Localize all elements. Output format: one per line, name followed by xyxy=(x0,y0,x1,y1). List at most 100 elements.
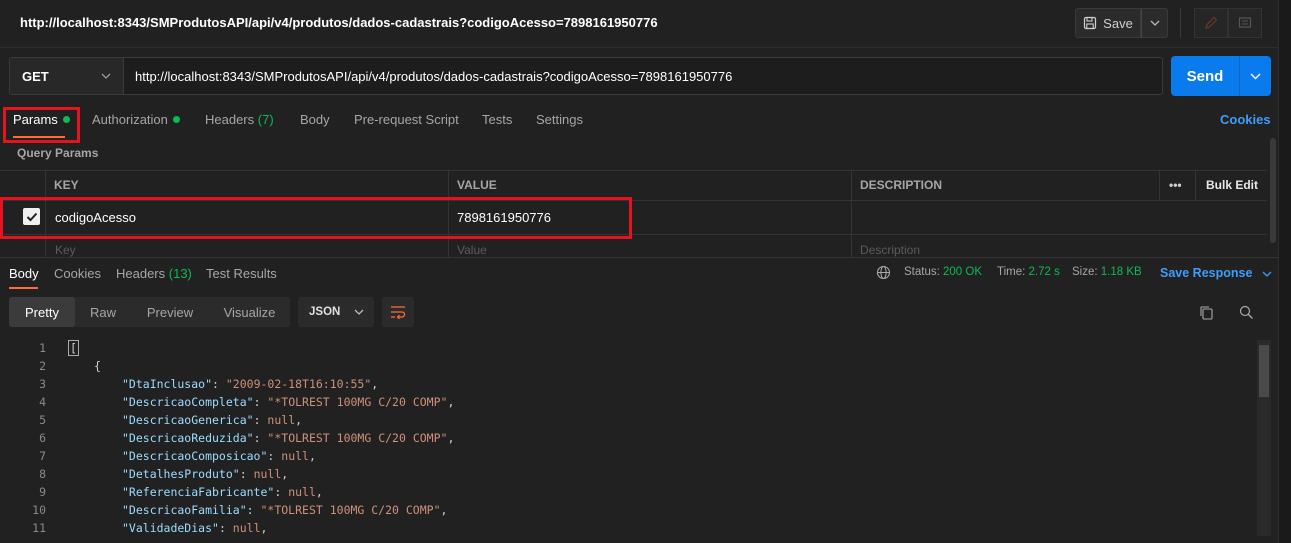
headers-count: (7) xyxy=(257,112,274,127)
tab-tests[interactable]: Tests xyxy=(482,112,512,132)
column-header-description: DESCRIPTION xyxy=(860,178,943,192)
wrap-lines-icon xyxy=(391,306,406,319)
save-button[interactable]: Save xyxy=(1075,8,1141,38)
edit-button[interactable] xyxy=(1194,8,1228,38)
comments-button[interactable] xyxy=(1228,8,1262,38)
more-options-icon[interactable]: ••• xyxy=(1169,178,1182,192)
response-tab-headers-label: Headers xyxy=(116,266,166,281)
view-preview-button[interactable]: Preview xyxy=(131,297,209,327)
pencil-icon xyxy=(1205,16,1218,29)
line-number: 7 xyxy=(39,449,46,463)
tab-prerequest-script[interactable]: Pre-request Script xyxy=(354,112,459,132)
code-line: "DescricaoCompleta": "*TOLREST 100MG C/2… xyxy=(122,395,455,409)
view-pretty-button[interactable]: Pretty xyxy=(9,297,75,327)
url-input[interactable]: http://localhost:8343/SMProdutosAPI/api/… xyxy=(124,57,1163,95)
toolbar-divider xyxy=(1180,8,1181,38)
new-value-input[interactable]: Value xyxy=(457,243,487,257)
globe-icon[interactable] xyxy=(876,265,891,283)
params-scrollbar[interactable] xyxy=(1270,138,1276,243)
json-value: "*TOLREST 100MG C/20 COMP" xyxy=(267,431,448,445)
line-number: 11 xyxy=(32,521,46,535)
json-key: "DescricaoReduzida" xyxy=(122,431,254,445)
response-body-editor[interactable]: 1 [ 2 { 3 "DtaInclusao": "2009-02-18T16:… xyxy=(0,340,1256,540)
view-visualize-button[interactable]: Visualize xyxy=(209,297,290,327)
status-dot-icon xyxy=(62,116,70,123)
open-bracket: [ xyxy=(68,340,79,356)
response-tab-headers[interactable]: Headers (13) xyxy=(116,266,192,281)
response-tab-test-results[interactable]: Test Results xyxy=(206,266,277,281)
response-tab-body[interactable]: Body xyxy=(9,266,39,281)
code-line: "DetalhesProduto": null, xyxy=(122,467,289,481)
json-value: null xyxy=(232,521,261,535)
format-select[interactable]: JSON xyxy=(298,297,374,327)
right-sidebar-edge xyxy=(1278,0,1291,543)
line-number: 1 xyxy=(39,341,46,355)
line-number: 9 xyxy=(39,485,46,499)
tab-headers[interactable]: Headers (7) xyxy=(205,112,274,132)
code-line: "ReferenciaFabricante": null, xyxy=(122,485,323,499)
json-key: "ReferenciaFabricante" xyxy=(122,485,275,499)
code-scrollbar-thumb[interactable] xyxy=(1259,345,1269,397)
column-divider xyxy=(1195,170,1196,201)
method-select[interactable]: GET xyxy=(9,57,124,95)
line-number: 6 xyxy=(39,431,46,445)
section-divider xyxy=(0,257,1278,258)
send-options-button[interactable] xyxy=(1239,56,1271,96)
send-button[interactable]: Send xyxy=(1171,56,1239,96)
json-value: "*TOLREST 100MG C/20 COMP" xyxy=(260,503,441,517)
chevron-down-icon xyxy=(354,309,364,315)
code-line: "DtaInclusao": "2009-02-18T16:10:55", xyxy=(122,377,379,391)
new-description-input[interactable]: Description xyxy=(860,243,920,257)
save-options-button[interactable] xyxy=(1141,8,1168,38)
json-value: null xyxy=(281,449,309,463)
tab-params[interactable]: Params xyxy=(13,112,70,132)
copy-icon[interactable] xyxy=(1199,305,1214,324)
code-line: "ValidadeDias": null, xyxy=(122,521,268,535)
format-label: JSON xyxy=(309,306,341,318)
size-label: Size: xyxy=(1072,266,1098,278)
param-row-highlight-box xyxy=(0,197,632,239)
line-number: 10 xyxy=(32,503,46,517)
response-active-indicator xyxy=(9,287,38,289)
json-value: null xyxy=(267,413,296,427)
save-icon xyxy=(1084,16,1097,30)
status-indicator: Status: 200 OK xyxy=(904,266,982,278)
json-key: "DtaInclusao" xyxy=(122,377,213,391)
chevron-down-icon xyxy=(1262,271,1272,277)
tab-body[interactable]: Body xyxy=(300,112,330,132)
code-line: { xyxy=(94,359,101,373)
json-key: "ValidadeDias" xyxy=(122,521,219,535)
comment-icon xyxy=(1238,17,1252,28)
code-line: "DescricaoReduzida": "*TOLREST 100MG C/2… xyxy=(122,431,455,445)
status-value: 200 OK xyxy=(943,266,983,278)
search-icon[interactable] xyxy=(1239,305,1254,323)
save-response-button[interactable]: Save Response xyxy=(1160,266,1272,280)
column-header-key: KEY xyxy=(54,178,79,192)
query-params-label: Query Params xyxy=(17,146,99,160)
bulk-edit-button[interactable]: Bulk Edit xyxy=(1206,178,1258,192)
response-tab-cookies[interactable]: Cookies xyxy=(54,266,101,281)
json-value: null xyxy=(253,467,282,481)
tab-params-label: Params xyxy=(13,112,58,127)
code-line: "DescricaoGenerica": null, xyxy=(122,413,303,427)
request-title[interactable]: http://localhost:8343/SMProdutosAPI/api/… xyxy=(20,15,658,30)
tab-authorization-label: Authorization xyxy=(92,112,168,127)
save-response-label: Save Response xyxy=(1160,266,1253,280)
json-key: "DescricaoComposicao" xyxy=(122,449,268,463)
chevron-down-icon xyxy=(1250,73,1261,79)
line-number: 4 xyxy=(39,395,46,409)
json-value: "2009-02-18T16:10:55" xyxy=(225,377,372,391)
status-dot-icon xyxy=(172,116,180,123)
time-indicator: Time: 2.72 s xyxy=(997,266,1060,278)
tab-settings[interactable]: Settings xyxy=(536,112,583,132)
new-key-input[interactable]: Key xyxy=(55,243,76,257)
wrap-lines-button[interactable] xyxy=(382,297,414,327)
tab-authorization[interactable]: Authorization xyxy=(92,112,180,132)
view-raw-button[interactable]: Raw xyxy=(75,297,131,327)
response-headers-count: (13) xyxy=(168,266,192,281)
cookies-link[interactable]: Cookies xyxy=(1220,112,1271,127)
size-indicator: Size: 1.18 KB xyxy=(1072,266,1142,278)
json-key: "DescricaoCompleta" xyxy=(122,395,254,409)
save-label: Save xyxy=(1103,15,1133,31)
time-value: 2.72 s xyxy=(1028,266,1060,278)
